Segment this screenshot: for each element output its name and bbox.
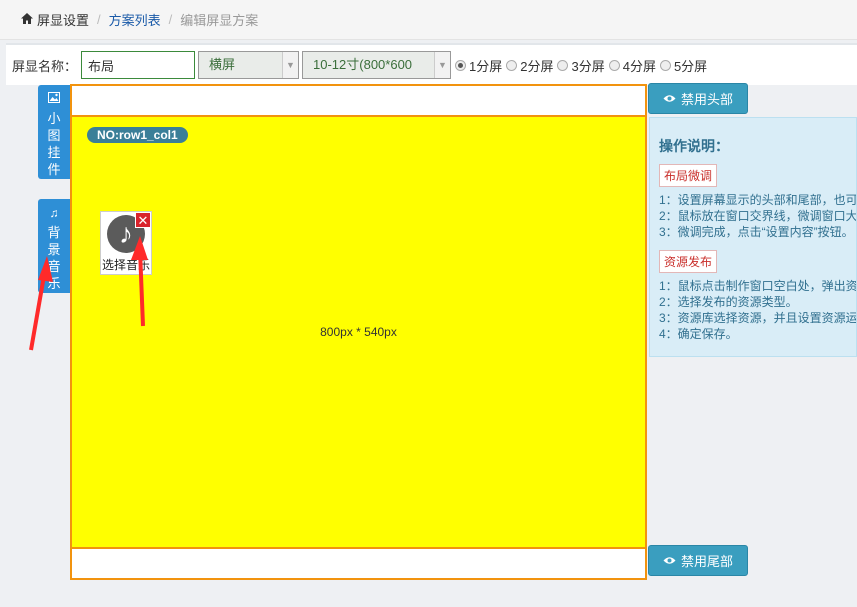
breadcrumb-current: 编辑屏显方案 <box>180 13 259 28</box>
radio-dot[interactable] <box>557 59 569 71</box>
radio-dot[interactable] <box>608 59 620 71</box>
split-screen-radio-group: 1分屏 2分屏 3分屏 4分屏 5分屏 <box>455 56 711 75</box>
radio-label: 5分屏 <box>673 58 708 74</box>
radio-dot[interactable] <box>659 59 671 71</box>
breadcrumb: 屏显设置 / 方案列表 / 编辑屏显方案 <box>0 0 857 40</box>
image-icon <box>38 91 70 108</box>
list-item: 2：选择发布的资源类型。 <box>659 295 798 309</box>
instructions-panel: 操作说明： 布局微调 1：设置屏幕显示的头部和尾部，也可 2：鼠标放在窗口交界线… <box>649 117 857 357</box>
close-icon[interactable]: ✕ <box>135 212 151 228</box>
radio-label: 2分屏 <box>520 58 554 74</box>
eye-icon <box>663 554 676 568</box>
widget-tab[interactable]: 小图挂件 <box>38 85 70 179</box>
resource-publish-tag: 资源发布 <box>659 250 718 273</box>
radio-split-1[interactable]: 1分屏 <box>455 56 502 75</box>
radio-split-4[interactable]: 4分屏 <box>608 56 656 75</box>
background-music-tab-label: 背景音乐 <box>47 225 61 291</box>
radio-dot[interactable] <box>506 59 518 71</box>
breadcrumb-separator: / <box>97 12 101 27</box>
layout-adjust-tag: 布局微调 <box>659 164 718 187</box>
screen-name-label: 屏显名称： <box>12 58 78 74</box>
chevron-down-icon: ▼ <box>434 52 451 78</box>
chevron-down-icon: ▼ <box>282 52 299 78</box>
list-item: 4：确定保存。 <box>659 327 738 341</box>
screen-footer-region[interactable] <box>70 547 647 580</box>
orientation-select[interactable]: 横屏 ▼ <box>198 51 300 79</box>
disable-header-label: 禁用头部 <box>680 92 733 107</box>
breadcrumb-home[interactable]: 屏显设置 <box>20 10 89 29</box>
list-item: 3：微调完成，点击“设置内容”按钮。 <box>659 225 854 239</box>
screen-name-input[interactable] <box>81 51 196 79</box>
screen-size-select-value: 10-12寸(800*600 <box>313 57 413 72</box>
list-item: 1：鼠标点击制作窗口空白处，弹出资 <box>659 279 857 293</box>
radio-split-3[interactable]: 3分屏 <box>557 56 605 75</box>
list-item: 1：设置屏幕显示的头部和尾部，也可 <box>659 193 857 207</box>
radio-split-5[interactable]: 5分屏 <box>659 56 708 75</box>
radio-label: 3分屏 <box>571 58 605 74</box>
breadcrumb-home-label: 屏显设置 <box>37 13 90 28</box>
disable-header-button[interactable]: 禁用头部 <box>648 83 748 114</box>
layout-steps-list: 1：设置屏幕显示的头部和尾部，也可 2：鼠标放在窗口交界线，微调窗口大 3：微调… <box>659 192 856 240</box>
music-note-icon: ♫ <box>49 206 59 220</box>
screen-content-region[interactable]: NO:row1_col1 ♪ 选择音乐 ✕ 800px * 540px <box>70 115 647 549</box>
list-item: 2：鼠标放在窗口交界线，微调窗口大 <box>659 209 857 223</box>
radio-label: 4分屏 <box>622 58 656 74</box>
disable-footer-button[interactable]: 禁用尾部 <box>648 545 748 576</box>
list-item: 3：资源库选择资源，并且设置资源运 <box>659 311 857 325</box>
screen-form-bar: 屏显名称： 横屏 ▼ 10-12寸(800*600 ▼ 1分屏 2分屏 3分屏 … <box>6 43 857 85</box>
eye-icon <box>663 92 676 106</box>
breadcrumb-plan-list[interactable]: 方案列表 <box>109 10 161 29</box>
music-widget-label: 选择音乐 <box>101 258 150 272</box>
radio-label: 1分屏 <box>469 58 503 74</box>
background-music-tab[interactable]: ♫ 背景音乐 <box>38 199 70 293</box>
orientation-select-value: 横屏 <box>209 57 236 72</box>
widget-tab-label: 小图挂件 <box>47 111 61 177</box>
screen-size-select[interactable]: 10-12寸(800*600 ▼ <box>302 51 452 79</box>
radio-dot[interactable] <box>455 59 467 71</box>
instructions-title: 操作说明： <box>659 138 729 154</box>
region-dimensions: 800px * 540px <box>320 325 397 339</box>
music-widget[interactable]: ♪ 选择音乐 ✕ <box>100 211 152 275</box>
radio-split-2[interactable]: 2分屏 <box>506 56 553 75</box>
publish-steps-list: 1：鼠标点击制作窗口空白处，弹出资 2：选择发布的资源类型。 3：资源库选择资源… <box>659 278 856 342</box>
region-id-badge: NO:row1_col1 <box>87 127 188 143</box>
disable-footer-label: 禁用尾部 <box>680 554 733 569</box>
screen-header-region[interactable] <box>70 84 647 117</box>
breadcrumb-separator: / <box>168 12 173 27</box>
home-icon <box>20 12 34 28</box>
